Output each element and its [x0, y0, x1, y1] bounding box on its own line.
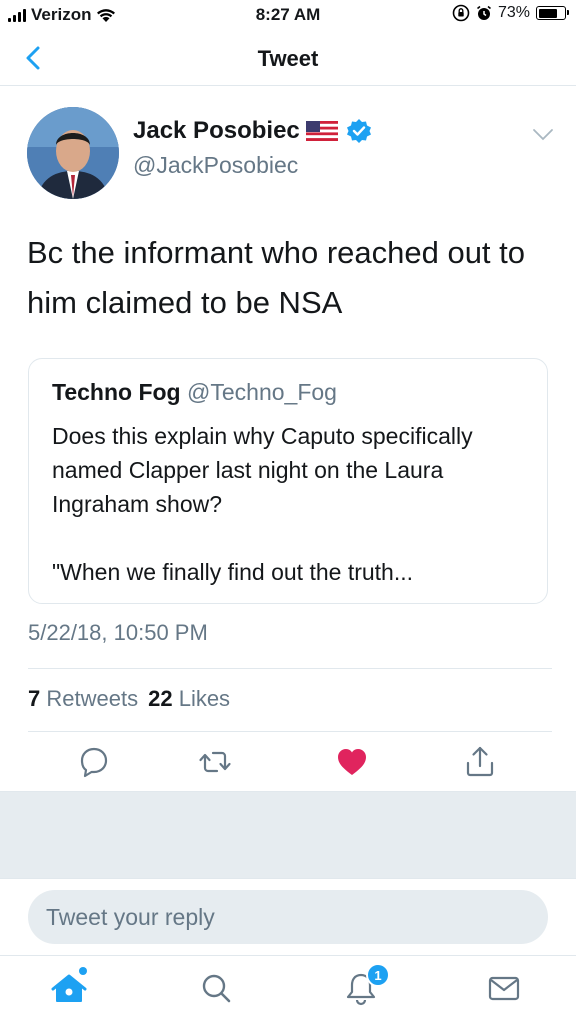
nav-title: Tweet	[257, 46, 319, 71]
search-icon[interactable]	[196, 968, 236, 1008]
battery-percent: 73%	[497, 4, 530, 21]
likes-count: 22	[148, 686, 173, 711]
author-name[interactable]: Jack Posobiec	[133, 117, 372, 145]
battery-icon	[536, 6, 569, 20]
like-heart-icon[interactable]	[334, 744, 370, 780]
quoted-tweet-card[interactable]: Techno Fog @Techno_Fog Does this explain…	[28, 358, 548, 604]
reply-placeholder: Tweet your reply	[46, 903, 215, 930]
quoted-tweet-header: Techno Fog @Techno_Fog	[52, 379, 337, 406]
author-name-text: Jack Posobiec	[133, 117, 300, 144]
divider	[28, 731, 552, 732]
author-handle[interactable]: @JackPosobiec	[133, 152, 298, 179]
notifications-badge: 1	[366, 963, 390, 987]
divider	[28, 668, 552, 669]
likes-label: Likes	[178, 686, 231, 711]
orientation-lock-icon	[452, 4, 470, 22]
quoted-author-handle: @Techno_Fog	[187, 379, 337, 405]
nav-bar: Tweet	[0, 32, 576, 86]
avatar-image	[27, 107, 119, 199]
status-bar: Verizon 8:27 AM 73%	[0, 0, 576, 32]
tweet-timestamp: 5/22/18, 10:50 PM	[28, 620, 208, 645]
separator-band	[0, 791, 576, 879]
us-flag-icon	[305, 121, 338, 141]
reply-icon[interactable]	[76, 744, 112, 780]
share-icon[interactable]	[462, 744, 498, 780]
alarm-icon	[476, 5, 491, 20]
quoted-author-name: Techno Fog	[52, 379, 181, 405]
home-new-indicator	[79, 967, 87, 975]
retweet-icon[interactable]	[197, 744, 233, 780]
tweet-stats: 7 Retweets 22 Likes	[28, 686, 230, 712]
likes-stat[interactable]: 22 Likes	[148, 686, 230, 712]
battery-fill	[538, 8, 557, 18]
tweet-actions	[0, 744, 576, 784]
chevron-down-icon[interactable]	[532, 128, 554, 142]
retweets-label: Retweets	[46, 686, 139, 711]
quoted-tweet-text: Does this explain why Caputo specificall…	[52, 423, 473, 585]
verified-badge-icon	[346, 119, 371, 143]
retweets-stat[interactable]: 7 Retweets	[28, 686, 138, 712]
messages-envelope-icon[interactable]	[484, 968, 524, 1008]
reply-input[interactable]: Tweet your reply	[28, 890, 548, 944]
status-right-group: 73%	[452, 4, 569, 22]
avatar[interactable]	[27, 107, 119, 199]
retweets-count: 7	[28, 686, 41, 711]
tab-bar	[0, 955, 576, 1024]
tweet-text: Bc the informant who reached out to him …	[27, 235, 526, 320]
